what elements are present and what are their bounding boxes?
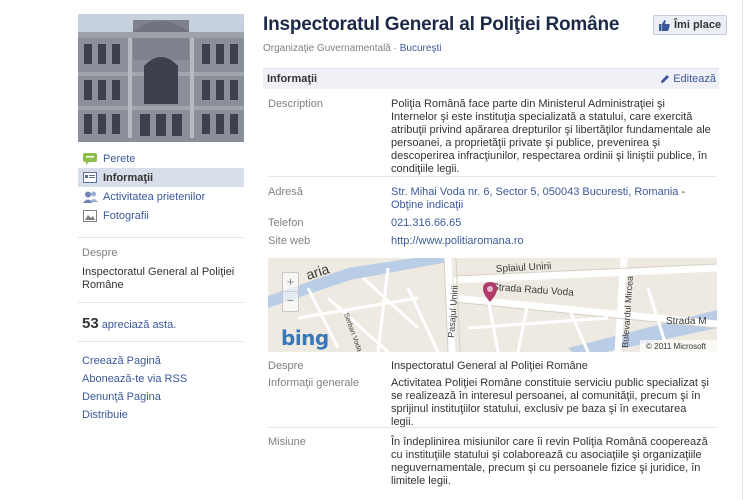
- share-link[interactable]: Distribuie: [82, 406, 187, 424]
- phone-link[interactable]: 021.316.66.65: [391, 217, 461, 229]
- address-value: Str. Mihai Voda nr. 6, Sector 5, 050043 …: [391, 186, 686, 211]
- get-directions-link[interactable]: Obţine indicaţii: [391, 199, 463, 211]
- divider: [268, 176, 717, 177]
- description-label: Description: [268, 98, 324, 110]
- nav-label: Informaţii: [103, 171, 154, 184]
- phone-label: Telefon: [268, 217, 304, 229]
- nav-item-wall[interactable]: Perete: [78, 149, 244, 168]
- page-title: Inspectoratul General al Poliţiei Române: [263, 14, 620, 35]
- pencil-icon: [660, 74, 670, 84]
- zoom-out-button[interactable]: −: [283, 292, 298, 311]
- thumbs-up-icon: [659, 19, 670, 31]
- friends-icon: [82, 190, 98, 203]
- address-label: Adresă: [268, 186, 303, 198]
- page-location-link[interactable]: Bucureşti: [400, 43, 442, 54]
- zoom-in-button[interactable]: +: [283, 273, 298, 292]
- about-label: Despre: [268, 360, 304, 372]
- page-category: Organizaţie Guvernamentală: [263, 43, 391, 54]
- subtitle-separator: ·: [393, 43, 397, 54]
- left-column: Perete Informaţii Activitatea prietenilo…: [0, 0, 244, 500]
- edit-label: Editează: [673, 73, 716, 85]
- phone-value: 021.316.66.65: [391, 217, 711, 230]
- map-street-label: Strada M: [666, 316, 707, 327]
- divider: [78, 341, 244, 342]
- sidebar-about-text: Inspectoratul General al Poliţiei Române: [82, 266, 235, 291]
- nav-label: Fotografii: [103, 209, 149, 222]
- likes-text-link[interactable]: apreciază asta.: [102, 319, 177, 331]
- rss-subscribe-link[interactable]: Abonează-te via RSS: [82, 370, 187, 388]
- nav-label: Perete: [103, 152, 136, 165]
- info-icon: [82, 171, 98, 184]
- sidebar-links: Creează Pagină Abonează-te via RSS Denun…: [82, 352, 187, 424]
- zoom-control: + −: [282, 272, 299, 312]
- website-link[interactable]: http://www.politiaromana.ro: [391, 235, 524, 247]
- website-value: http://www.politiaromana.ro: [391, 235, 711, 248]
- likes-count: 53 apreciază asta.: [82, 315, 176, 332]
- divider: [78, 237, 244, 238]
- divider: [78, 302, 244, 303]
- bing-logo: bing: [281, 326, 329, 350]
- general-info-label: Informaţii generale: [268, 377, 360, 389]
- nav-item-info[interactable]: Informaţii: [78, 168, 244, 187]
- report-page-link[interactable]: Denunţă Pagina: [82, 388, 187, 406]
- mission-text: În îndeplinirea misiunilor care îi revin…: [391, 436, 708, 487]
- website-label: Site web: [268, 235, 311, 247]
- description-text: Poliţia Română face parte din Ministerul…: [391, 98, 711, 175]
- create-page-link[interactable]: Creează Pagină: [82, 352, 187, 370]
- address-link[interactable]: Str. Mihai Voda nr. 6, Sector 5, 050043 …: [391, 186, 678, 198]
- building-image: [78, 14, 244, 142]
- likes-number: 53: [82, 315, 99, 332]
- profile-photo[interactable]: [78, 14, 244, 142]
- sidebar-about-heading: Despre: [82, 247, 118, 259]
- nav-label: Activitatea prietenilor: [103, 190, 206, 203]
- like-button-label: Îmi place: [674, 19, 722, 31]
- edit-button[interactable]: Editează: [660, 73, 716, 85]
- map-canvas: Splaiul Unirii Strada Radu Voda Pasajul …: [268, 258, 717, 352]
- info-section-header: Informaţii Editează: [263, 68, 719, 89]
- info-heading: Informaţii: [267, 73, 318, 85]
- wall-icon: [82, 152, 98, 165]
- divider: [268, 427, 717, 428]
- nav-item-photos[interactable]: Fotografii: [78, 206, 244, 225]
- mission-label: Misiune: [268, 436, 306, 448]
- map-copyright: © 2011 Microsoft: [646, 342, 707, 351]
- location-map[interactable]: Splaiul Unirii Strada Radu Voda Pasajul …: [268, 258, 717, 352]
- right-column-edge: [742, 0, 750, 500]
- about-value: Inspectoratul General al Poliţiei Române: [391, 360, 588, 372]
- nav-item-friends-activity[interactable]: Activitatea prietenilor: [78, 187, 244, 206]
- page-subtitle: Organizaţie Guvernamentală · Bucureşti: [263, 43, 441, 54]
- general-info-text: Activitatea Poliţiei Române constituie s…: [391, 377, 709, 428]
- photos-icon: [82, 209, 98, 222]
- like-button[interactable]: Îmi place: [653, 15, 728, 35]
- page-nav: Perete Informaţii Activitatea prietenilo…: [78, 149, 244, 225]
